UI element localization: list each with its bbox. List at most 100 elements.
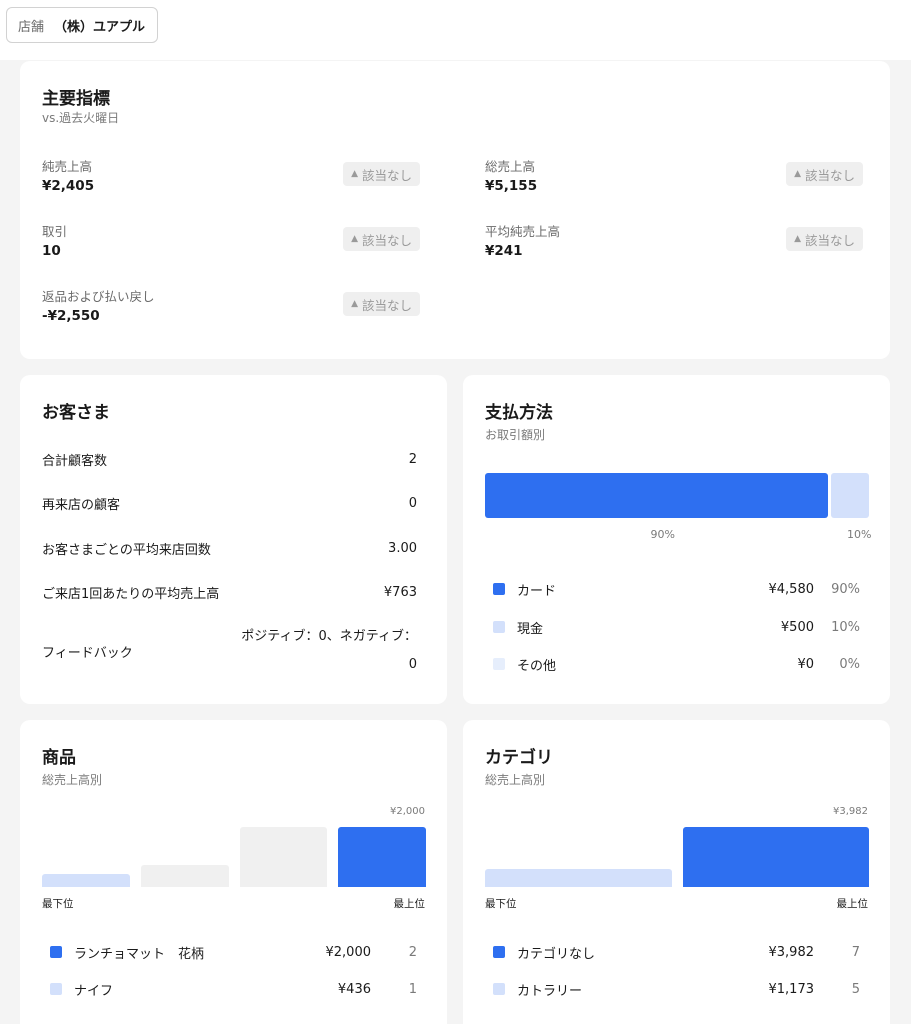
legend-amount: ¥436 xyxy=(337,981,371,997)
legend-amount: ¥2,000 xyxy=(325,944,372,960)
store-selector-label: 店舗 xyxy=(18,19,45,35)
metric-gross-sales[interactable]: 総売上高 ¥5,155 ▲ 該当なし xyxy=(485,156,863,200)
product-legend-row: ナイフ ¥436 1 xyxy=(50,979,417,999)
metric-change-badge: ▲ 該当なし xyxy=(786,162,863,186)
products-title: 商品 xyxy=(42,748,76,768)
legend-name: カテゴリなし xyxy=(517,946,596,962)
metric-returns-refunds[interactable]: 返品および払い戻し -¥2,550 ▲ 該当なし xyxy=(42,286,420,330)
ranking-bar xyxy=(239,827,328,887)
legend-swatch xyxy=(493,658,505,670)
legend-swatch xyxy=(493,621,505,633)
store-selector-value: （株）ユアプル xyxy=(54,19,146,35)
payment-legend-row: 現金 ¥500 10% xyxy=(493,617,860,637)
customer-row: ご来店1回あたりの平均売上高 ¥763 xyxy=(42,583,417,602)
metric-value: ¥241 xyxy=(485,243,523,259)
axis-low-label: 最下位 xyxy=(42,898,74,910)
payment-bar-segment xyxy=(831,473,869,518)
metric-label: 総売上高 xyxy=(485,159,536,174)
legend-count: 7 xyxy=(851,944,860,960)
badge-text: 該当なし xyxy=(804,167,855,183)
row-label: 合計顧客数 xyxy=(42,454,108,469)
row-label: フィードバック xyxy=(42,645,133,661)
badge-text: 該当なし xyxy=(361,232,412,248)
row-label: 再来店の顧客 xyxy=(42,498,121,513)
metric-change-badge: ▲ 該当なし xyxy=(786,227,863,251)
store-selector[interactable]: 店舗 （株）ユアプル xyxy=(6,7,159,43)
legend-name: カトラリー xyxy=(517,983,583,999)
metric-average-net-sales[interactable]: 平均純売上高 ¥241 ▲ 該当なし xyxy=(485,221,863,265)
categories-title: カテゴリ xyxy=(485,748,553,768)
feedback-row: フィードバック ポジティブ：0、ネガティブ： 0 xyxy=(42,623,417,679)
legend-swatch xyxy=(493,583,505,595)
payment-bar-segment xyxy=(485,473,828,518)
metric-value: ¥5,155 xyxy=(485,178,538,194)
payment-legend-row: その他 ¥0 0% xyxy=(493,654,860,674)
category-legend-row: カテゴリなし ¥3,982 7 xyxy=(493,942,860,962)
payment-subtitle: お取引額別 xyxy=(485,428,546,442)
axis-high-label: 最上位 xyxy=(836,898,869,910)
customer-row: 再来店の顧客 0 xyxy=(42,494,417,513)
row-value: ¥763 xyxy=(383,585,417,600)
key-metrics-card: 主要指標 vs.過去火曜日 純売上高 ¥2,405 ▲ 該当なし 総売上高 ¥5,… xyxy=(20,61,890,359)
triangle-up-icon: ▲ xyxy=(794,169,801,179)
payment-title: 支払方法 xyxy=(485,403,553,423)
legend-pct: 90% xyxy=(831,581,860,597)
badge-text: 該当なし xyxy=(804,232,855,248)
metric-net-sales[interactable]: 純売上高 ¥2,405 ▲ 該当なし xyxy=(42,156,420,200)
legend-amount: ¥4,580 xyxy=(768,581,815,597)
customers-card: お客さま 合計顧客数 2 再来店の顧客 0 お客さまごとの平均来店回数 3.00… xyxy=(20,375,447,704)
categories-subtitle: 総売上高別 xyxy=(485,773,546,787)
metric-label: 純売上高 xyxy=(42,159,93,174)
feedback-value: ポジティブ：0、ネガティブ： 0 xyxy=(241,623,417,679)
metric-label: 平均純売上高 xyxy=(485,224,561,239)
metric-label: 返品および払い戻し xyxy=(42,289,155,304)
top-bar: 店舗 （株）ユアプル xyxy=(0,0,911,60)
legend-amount: ¥1,173 xyxy=(768,981,815,997)
row-value: 0 xyxy=(408,496,417,511)
customers-title: お客さま xyxy=(42,403,110,423)
feedback-line-2: 0 xyxy=(408,657,417,672)
legend-name: ランチョマット 花柄 xyxy=(74,946,205,962)
key-metrics-subtitle: vs.過去火曜日 xyxy=(42,111,120,125)
feedback-line-1: ポジティブ：0、ネガティブ： xyxy=(241,629,417,644)
categories-bar-chart xyxy=(485,827,869,887)
triangle-up-icon: ▲ xyxy=(351,169,358,179)
triangle-up-icon: ▲ xyxy=(794,234,801,244)
chart-top-value: ¥2,000 xyxy=(390,806,425,817)
ranking-bar xyxy=(140,865,229,887)
badge-text: 該当なし xyxy=(361,167,412,183)
legend-amount: ¥500 xyxy=(780,619,814,635)
legend-amount: ¥3,982 xyxy=(768,944,815,960)
triangle-up-icon: ▲ xyxy=(351,299,358,309)
chart-top-value: ¥3,982 xyxy=(833,806,868,817)
payment-share-bar xyxy=(485,473,869,518)
row-label: お客さまごとの平均来店回数 xyxy=(42,543,211,558)
metric-change-badge: ▲ 該当なし xyxy=(343,162,420,186)
legend-pct: 0% xyxy=(839,656,860,672)
ranking-bar xyxy=(682,827,869,887)
legend-count: 2 xyxy=(408,944,417,960)
customer-row: 合計顧客数 2 xyxy=(42,450,417,469)
legend-swatch xyxy=(50,946,62,958)
axis-high-label: 最上位 xyxy=(393,898,426,910)
legend-count: 1 xyxy=(408,981,417,997)
axis-low-label: 最下位 xyxy=(485,898,517,910)
metric-label: 取引 xyxy=(42,224,68,239)
triangle-up-icon: ▲ xyxy=(351,234,358,244)
legend-swatch xyxy=(493,983,505,995)
row-value: 2 xyxy=(408,452,417,467)
payment-method-card: 支払方法 お取引額別 90% 10% カード ¥4,580 90% 現金 ¥50… xyxy=(463,375,890,704)
metric-change-badge: ▲ 該当なし xyxy=(343,292,420,316)
ranking-bar xyxy=(485,869,672,887)
product-legend-row: ランチョマット 花柄 ¥2,000 2 xyxy=(50,942,417,962)
payment-legend-row: カード ¥4,580 90% xyxy=(493,579,860,599)
key-metrics-title: 主要指標 xyxy=(42,89,110,109)
metric-value: 10 xyxy=(42,243,61,259)
metric-transactions[interactable]: 取引 10 ▲ 該当なし xyxy=(42,221,420,265)
ranking-bar xyxy=(338,827,426,887)
products-card: 商品 総売上高別 ¥2,000 最下位 最上位 ランチョマット 花柄 ¥2,00… xyxy=(20,720,447,1024)
legend-name: その他 xyxy=(517,658,557,674)
legend-swatch xyxy=(50,983,62,995)
ranking-bar xyxy=(42,874,130,887)
row-label: ご来店1回あたりの平均売上高 xyxy=(42,587,220,602)
